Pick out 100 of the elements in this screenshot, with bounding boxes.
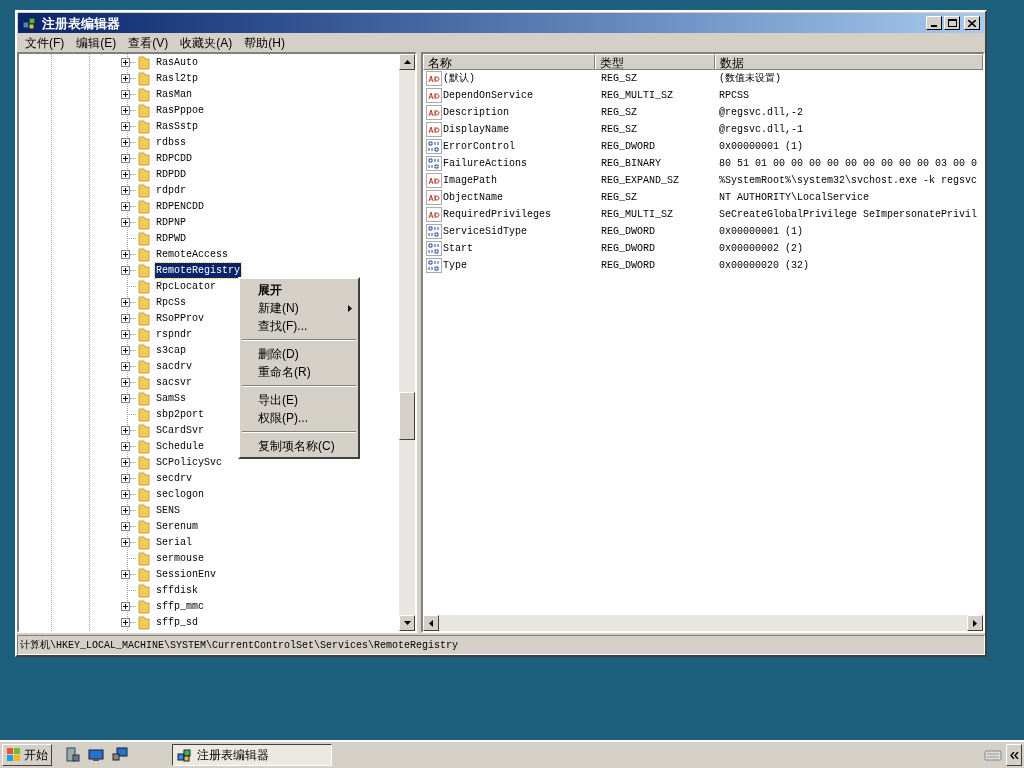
expand-toggle[interactable] <box>121 90 130 99</box>
registry-key[interactable]: RDPENCDD <box>155 199 205 214</box>
value-name[interactable]: DependOnService <box>443 88 533 103</box>
value-name[interactable]: DisplayName <box>443 122 509 137</box>
context-menu-item[interactable]: 删除(D) <box>240 345 358 363</box>
expand-toggle[interactable] <box>121 314 130 323</box>
expand-toggle[interactable] <box>121 362 130 371</box>
minimize-button[interactable] <box>926 16 942 30</box>
registry-key[interactable]: secdrv <box>155 471 193 486</box>
horizontal-scrollbar[interactable] <box>423 615 983 631</box>
scroll-thumb[interactable] <box>399 392 415 440</box>
value-name[interactable]: Start <box>443 241 473 256</box>
registry-key[interactable]: RemoteAccess <box>155 247 229 262</box>
value-name[interactable]: RequiredPrivileges <box>443 207 552 222</box>
registry-key[interactable]: RasPppoe <box>155 103 205 118</box>
registry-key[interactable]: SamSs <box>155 391 187 406</box>
expand-toggle[interactable] <box>121 298 130 307</box>
registry-key[interactable]: SessionEnv <box>155 567 217 582</box>
registry-key[interactable]: rdpdr <box>155 183 187 198</box>
registry-key[interactable]: RDPCDD <box>155 151 193 166</box>
expand-toggle[interactable] <box>121 106 130 115</box>
expand-toggle[interactable] <box>121 570 130 579</box>
monitor-icon[interactable] <box>112 747 128 763</box>
value-name[interactable]: Description <box>443 105 509 120</box>
taskbar-window-button[interactable]: 注册表编辑器 <box>172 744 332 766</box>
expand-toggle[interactable] <box>121 330 130 339</box>
expand-toggle[interactable] <box>121 58 130 67</box>
expand-toggle[interactable] <box>121 426 130 435</box>
column-header[interactable]: 类型 <box>595 54 715 70</box>
value-name[interactable]: ImagePath <box>443 173 497 188</box>
expand-toggle[interactable] <box>121 170 130 179</box>
context-menu-item[interactable]: 查找(F)... <box>240 317 358 335</box>
column-header[interactable]: 名称 <box>423 54 595 70</box>
context-menu-item[interactable]: 展开 <box>240 281 358 299</box>
registry-key[interactable]: sffp_mmc <box>155 599 205 614</box>
expand-toggle[interactable] <box>121 506 130 515</box>
registry-key[interactable]: Serenum <box>155 519 199 534</box>
value-name[interactable]: ErrorControl <box>443 139 515 154</box>
registry-key[interactable]: s3cap <box>155 343 187 358</box>
registry-key[interactable]: RasSstp <box>155 119 199 134</box>
expand-toggle[interactable] <box>121 346 130 355</box>
value-name[interactable]: FailureActions <box>443 156 527 171</box>
expand-toggle[interactable] <box>121 394 130 403</box>
registry-key[interactable]: Rasl2tp <box>155 71 199 86</box>
registry-key[interactable]: RDPNP <box>155 215 187 230</box>
registry-key[interactable]: sffdisk <box>155 583 199 598</box>
expand-toggle[interactable] <box>121 218 130 227</box>
value-name[interactable]: Type <box>443 258 467 273</box>
context-menu-item[interactable]: 权限(P)... <box>240 409 358 427</box>
expand-toggle[interactable] <box>121 490 130 499</box>
close-button[interactable] <box>964 16 980 30</box>
scroll-right-button[interactable] <box>967 615 983 631</box>
expand-toggle[interactable] <box>121 122 130 131</box>
scroll-left-button[interactable] <box>423 615 439 631</box>
registry-key[interactable]: RpcLocator <box>155 279 217 294</box>
registry-key[interactable]: rdbss <box>155 135 187 150</box>
menu-item[interactable]: 帮助(H) <box>238 33 291 52</box>
scroll-up-button[interactable] <box>399 54 415 70</box>
menu-item[interactable]: 编辑(E) <box>70 33 123 52</box>
expand-toggle[interactable] <box>121 442 130 451</box>
registry-key[interactable]: sacdrv <box>155 359 193 374</box>
registry-key[interactable]: SCPolicySvc <box>155 455 223 470</box>
desktop-icon[interactable] <box>88 747 104 763</box>
registry-key[interactable]: SENS <box>155 503 181 518</box>
registry-key[interactable]: RDPWD <box>155 231 187 246</box>
start-button[interactable]: 开始 <box>2 744 52 766</box>
expand-toggle[interactable] <box>121 186 130 195</box>
registry-key[interactable]: Schedule <box>155 439 205 454</box>
expand-toggle[interactable] <box>121 378 130 387</box>
registry-key[interactable]: SCardSvr <box>155 423 205 438</box>
expand-toggle[interactable] <box>121 538 130 547</box>
registry-key[interactable]: RemoteRegistry <box>155 263 241 278</box>
registry-key[interactable]: RDPDD <box>155 167 187 182</box>
scroll-down-button[interactable] <box>399 615 415 631</box>
context-menu-item[interactable]: 复制项名称(C) <box>240 437 358 455</box>
expand-toggle[interactable] <box>121 154 130 163</box>
expand-toggle[interactable] <box>121 522 130 531</box>
vertical-scrollbar[interactable] <box>399 54 415 631</box>
expand-toggle[interactable] <box>121 250 130 259</box>
registry-key[interactable]: sffp_sd <box>155 615 199 630</box>
expand-toggle[interactable] <box>121 618 130 627</box>
value-name[interactable]: ObjectName <box>443 190 503 205</box>
registry-key[interactable]: Serial <box>155 535 193 550</box>
registry-key[interactable]: sermouse <box>155 551 205 566</box>
context-menu-item[interactable]: 导出(E) <box>240 391 358 409</box>
registry-key[interactable]: RasMan <box>155 87 193 102</box>
show-hidden-icons-button[interactable] <box>1006 744 1022 766</box>
expand-toggle[interactable] <box>121 138 130 147</box>
registry-key[interactable]: RSoPProv <box>155 311 205 326</box>
registry-key[interactable]: sacsvr <box>155 375 193 390</box>
registry-key[interactable]: rspndr <box>155 327 193 342</box>
registry-key[interactable]: seclogon <box>155 487 205 502</box>
expand-toggle[interactable] <box>121 602 130 611</box>
context-menu-item[interactable]: 重命名(R) <box>240 363 358 381</box>
expand-toggle[interactable] <box>121 458 130 467</box>
registry-key[interactable]: RasAuto <box>155 55 199 70</box>
menu-item[interactable]: 收藏夹(A) <box>174 33 239 52</box>
menu-item[interactable]: 文件(F) <box>19 33 71 52</box>
expand-toggle[interactable] <box>121 266 130 275</box>
expand-toggle[interactable] <box>121 202 130 211</box>
